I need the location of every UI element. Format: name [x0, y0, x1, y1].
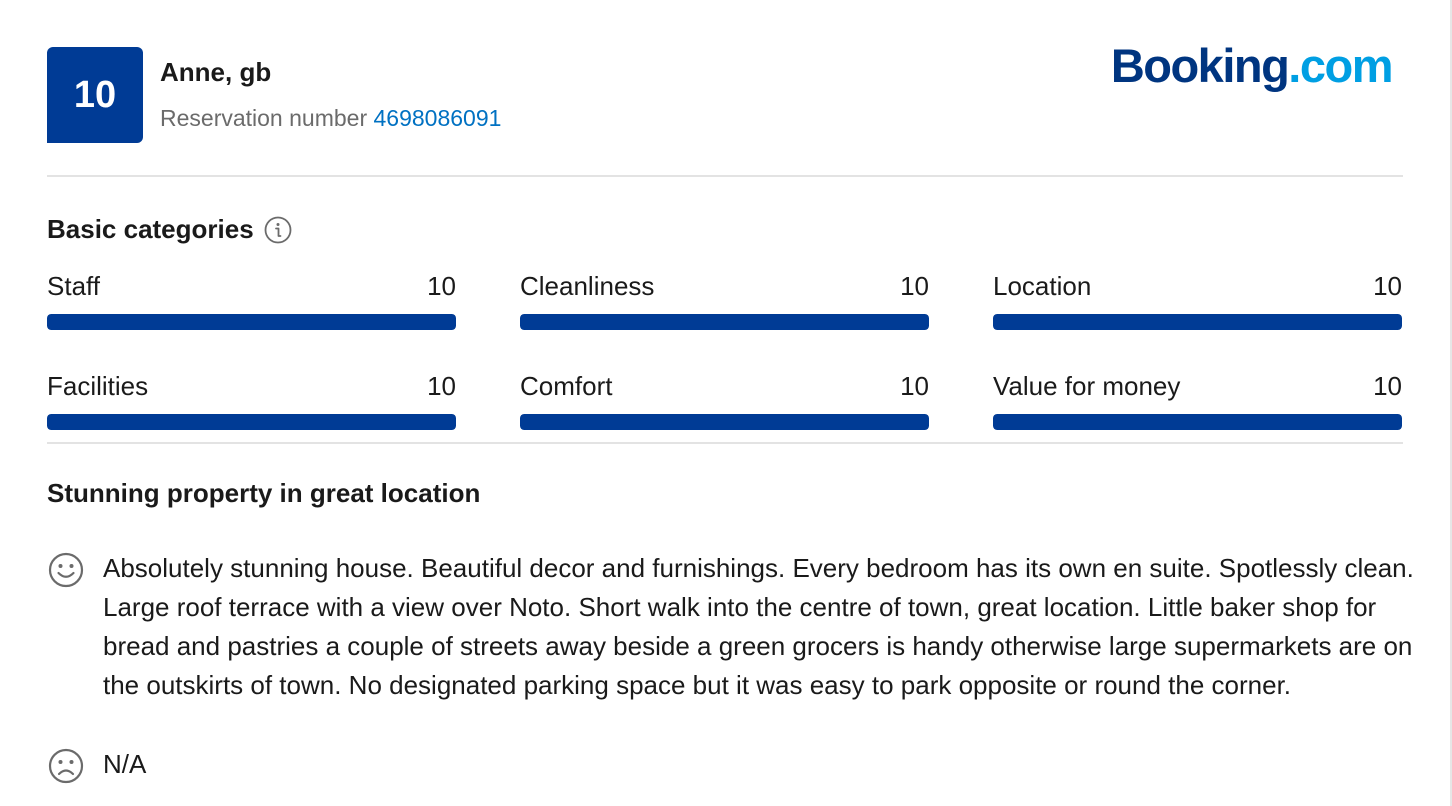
category-score: Comfort 10 [520, 368, 929, 430]
category-bar-fill [993, 414, 1402, 430]
category-value: 10 [427, 271, 456, 301]
category-value: 10 [1373, 371, 1402, 401]
reservation-line: Reservation number 4698086091 [160, 105, 501, 132]
review-title: Stunning property in great location [47, 478, 481, 508]
booking-logo-suffix: .com [1288, 39, 1393, 92]
category-value: 10 [1373, 271, 1402, 301]
booking-logo-name: Booking [1110, 39, 1290, 92]
category-value: 10 [900, 271, 929, 301]
category-score: Cleanliness 10 [520, 268, 929, 330]
review-score-badge: 10 [47, 47, 143, 143]
category-label: Cleanliness [520, 271, 655, 301]
basic-categories-title: Basic categories [47, 214, 254, 244]
review-score-value: 10 [73, 73, 117, 116]
category-header: Value for money 10 [993, 368, 1402, 404]
category-bar-track [520, 314, 929, 330]
category-bar-track [47, 314, 456, 330]
smiling-face-icon [47, 551, 85, 589]
category-bar-fill [520, 414, 929, 430]
category-header: Location 10 [993, 268, 1402, 304]
category-score: Staff 10 [47, 268, 456, 330]
category-score: Facilities 10 [47, 368, 456, 430]
category-bar-track [993, 414, 1402, 430]
category-value: 10 [427, 371, 456, 401]
basic-categories-heading: Basic categories [47, 214, 292, 245]
negative-review-text: N/A [103, 749, 147, 779]
category-score: Location 10 [993, 268, 1402, 330]
info-icon[interactable] [264, 216, 292, 244]
category-header: Cleanliness 10 [520, 268, 929, 304]
category-grid: Staff 10 Cleanliness 10 Location 10 Facilities… [47, 268, 1403, 430]
negative-review: N/A [47, 745, 1423, 785]
category-score: Value for money 10 [993, 368, 1402, 430]
frowning-face-icon [47, 747, 85, 785]
category-label: Location [993, 271, 1092, 301]
category-bar-track [993, 314, 1402, 330]
category-bar-track [47, 414, 456, 430]
categories-divider [47, 442, 1403, 444]
category-header: Staff 10 [47, 268, 456, 304]
reservation-label: Reservation number [160, 105, 368, 131]
category-header: Comfort 10 [520, 368, 929, 404]
reservation-number-link[interactable]: 4698086091 [374, 105, 502, 131]
guest-name: Anne, gb [160, 57, 272, 87]
category-label: Staff [47, 271, 101, 301]
category-bar-fill [47, 314, 456, 330]
positive-review: Absolutely stunning house. Beautiful dec… [47, 549, 1423, 705]
category-bar-track [520, 414, 929, 430]
booking-logo: Booking.com [1110, 38, 1394, 93]
category-header: Facilities 10 [47, 368, 456, 404]
category-bar-fill [47, 414, 456, 430]
category-bar-fill [993, 314, 1402, 330]
header-divider [47, 175, 1403, 177]
category-bar-fill [520, 314, 929, 330]
category-label: Comfort [520, 371, 613, 401]
category-label: Value for money [993, 371, 1181, 401]
category-label: Facilities [47, 371, 149, 401]
category-value: 10 [900, 371, 929, 401]
positive-review-text: Absolutely stunning house. Beautiful dec… [103, 553, 1414, 700]
